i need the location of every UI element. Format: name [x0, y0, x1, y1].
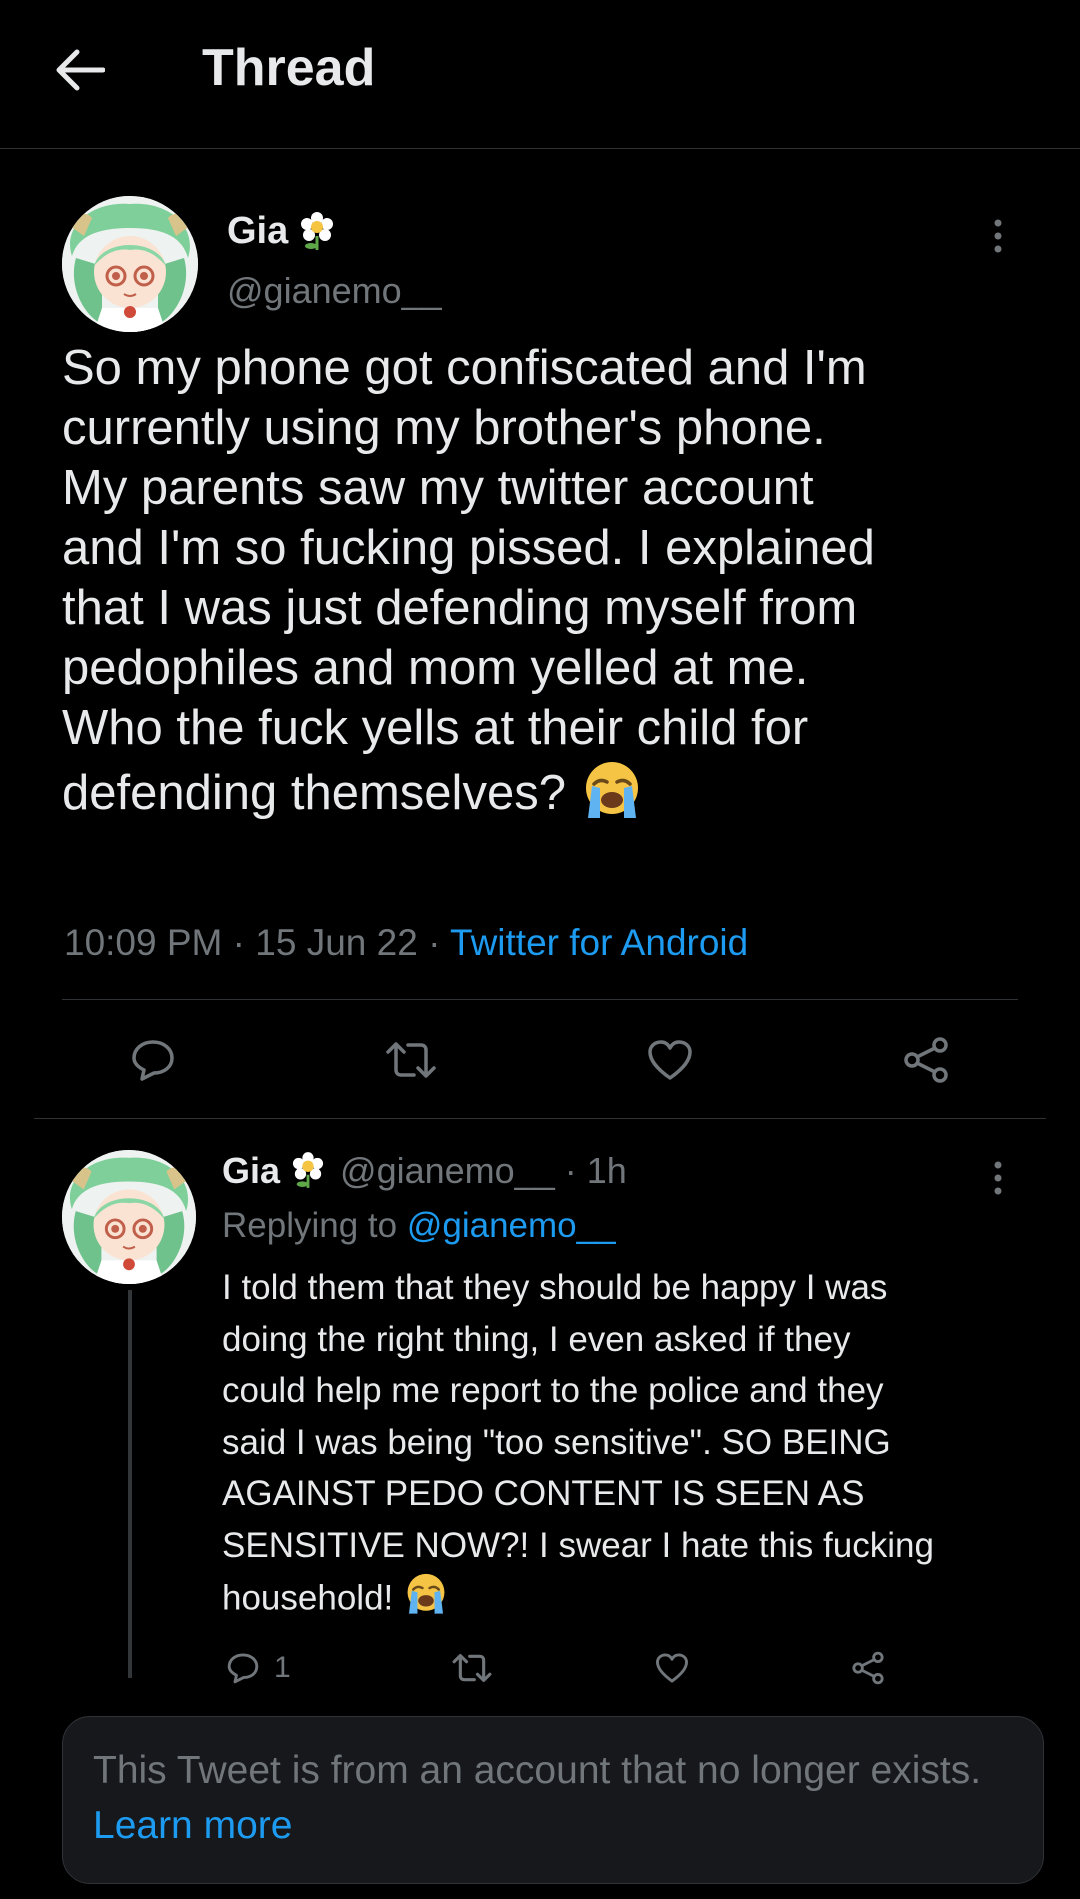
learn-more-link[interactable]: Learn more [93, 1804, 292, 1847]
tweet-text-line: So my phone got confiscated and I'm [62, 341, 867, 395]
reply-icon [227, 1653, 259, 1684]
retweet-button[interactable] [384, 1040, 438, 1080]
unavailable-tweet-notice: This Tweet is from an account that no lo… [62, 1716, 1044, 1884]
tweet-age: · 1h [564, 1150, 627, 1191]
more-options-button[interactable] [978, 208, 1018, 264]
reply-author-row: Gia @gianemo__ · 1h [222, 1150, 627, 1192]
divider [34, 1118, 1046, 1119]
author-handle[interactable]: @gianemo__ [340, 1150, 555, 1192]
tweet-action-bar [130, 1030, 950, 1090]
replying-to-label: Replying to [222, 1206, 398, 1245]
tweet-source-link[interactable]: Twitter for Android [450, 922, 748, 963]
more-options-button[interactable] [978, 1150, 1018, 1206]
reply-text-line: could help me report to the police and t… [222, 1371, 884, 1410]
reply-text-line: household! [222, 1578, 394, 1618]
reply-icon [132, 1040, 174, 1081]
loudly-crying-face-emoji [403, 1571, 449, 1630]
author-display-name[interactable]: Gia [227, 210, 288, 253]
reply-text-line: SENSITIVE NOW?! I swear I hate this fuck… [222, 1525, 934, 1565]
tweet-text-line: and I'm so fucking pissed. I explained [62, 521, 875, 575]
flower-icon [300, 211, 334, 252]
more-vertical-icon [994, 219, 1002, 253]
reply-text: I told them that they should be happy I … [222, 1262, 1022, 1630]
retweet-icon [452, 1653, 492, 1682]
retweet-button[interactable] [451, 1652, 493, 1684]
reply-action-bar: 1 [226, 1650, 886, 1686]
reply-text-line: AGAINST PEDO CONTENT IS SEEN AS [222, 1474, 865, 1513]
share-icon [904, 1037, 948, 1083]
loudly-crying-face-emoji [580, 758, 644, 834]
tweet-text-line: that I was just defending myself from [62, 581, 858, 635]
share-icon [852, 1651, 884, 1685]
author-handle[interactable]: @gianemo__ [227, 270, 442, 312]
tweet-text-line: pedophiles and mom yelled at me. [62, 641, 809, 695]
tweet-meta: 10:09 PM · 15 Jun 22 · Twitter for Andro… [64, 922, 748, 964]
avatar[interactable] [62, 1150, 196, 1284]
reply-text-line: said I was being "too sensitive". SO BEI… [222, 1422, 891, 1462]
reply-text-line: I told them that they should be happy I … [222, 1268, 888, 1307]
tweet-text-line: Who the fuck yells at their child for [62, 701, 809, 755]
share-button[interactable] [850, 1651, 886, 1685]
divider [62, 999, 1018, 1000]
tweet-text-line: currently using my brother's phone. [62, 401, 826, 455]
reply-button[interactable] [130, 1038, 176, 1082]
meta-separator: · [428, 922, 441, 963]
like-button[interactable] [654, 1652, 690, 1684]
notice-text: This Tweet is from an account that no lo… [93, 1749, 982, 1792]
reply-button[interactable]: 1 [226, 1651, 291, 1685]
flower-icon [292, 1152, 324, 1190]
arrow-left-icon [56, 49, 105, 91]
avatar-illustration [62, 196, 198, 332]
thread-header: Thread [0, 0, 1080, 149]
author-display-name[interactable]: Gia [222, 1150, 280, 1192]
meta-separator: · [232, 922, 245, 963]
heart-icon [655, 1653, 688, 1683]
avatar[interactable] [62, 196, 198, 332]
more-vertical-icon [994, 1161, 1002, 1195]
tweet-text-line: My parents saw my twitter account [62, 461, 814, 515]
tweet-text: So my phone got confiscated and I'm curr… [62, 338, 1022, 834]
tweet-time: 10:09 PM [64, 922, 223, 963]
page-title: Thread [202, 39, 376, 97]
retweet-icon [386, 1042, 436, 1078]
like-button[interactable] [646, 1038, 694, 1082]
reply-text-line: doing the right thing, I even asked if t… [222, 1319, 851, 1359]
replying-to-handle-link[interactable]: @gianemo__ [407, 1206, 616, 1245]
heart-icon [648, 1040, 692, 1080]
tweet-text-line: defending themselves? [62, 765, 566, 820]
back-button[interactable] [50, 44, 108, 96]
avatar-illustration [62, 1150, 196, 1284]
share-button[interactable] [902, 1036, 950, 1084]
author-name-row: Gia [227, 210, 334, 253]
thread-connector-line [128, 1290, 132, 1678]
replying-to: Replying to @gianemo__ [222, 1206, 616, 1246]
reply-count: 1 [274, 1651, 291, 1684]
tweet-date: 15 Jun 22 [255, 922, 418, 963]
